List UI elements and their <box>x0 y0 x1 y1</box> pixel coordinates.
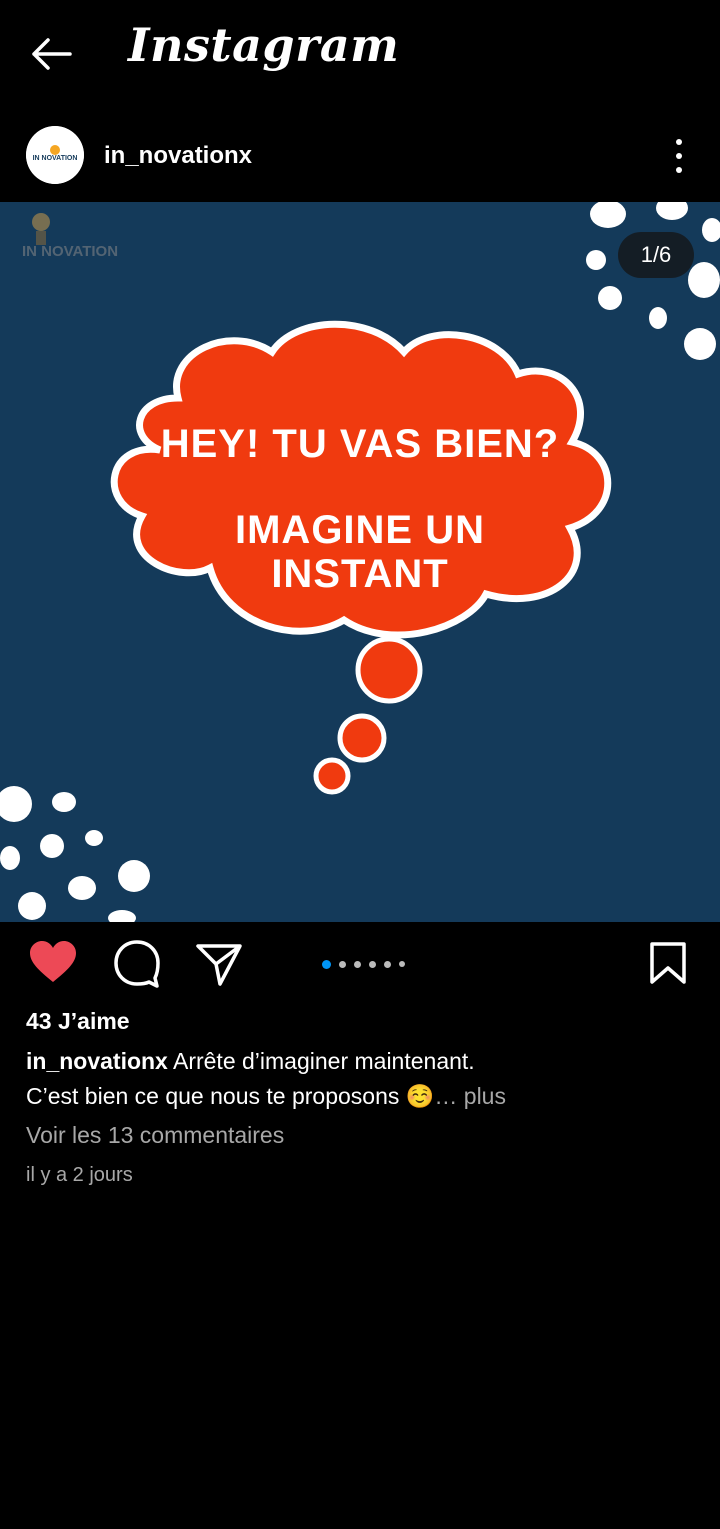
post-image[interactable]: IN NOVATION HEY! TU VAS BIEN? IMAGINE UN… <box>0 202 720 922</box>
paper-plane-icon[interactable] <box>194 938 244 990</box>
back-arrow-icon[interactable] <box>26 30 78 78</box>
avatar[interactable]: IN NOVATION <box>26 126 84 184</box>
view-comments-link[interactable]: Voir les 13 commentaires <box>26 1122 284 1149</box>
post-timestamp: il y a 2 jours <box>26 1164 133 1186</box>
more-options-icon[interactable] <box>664 134 694 178</box>
carousel-dot <box>339 960 346 968</box>
top-bar: Instagram <box>0 0 720 110</box>
instagram-logo: Instagram <box>128 18 400 72</box>
caption-username[interactable]: in_novationx <box>26 1048 168 1074</box>
watermark-logo: IN NOVATION <box>22 213 118 260</box>
post-username[interactable]: in_novationx <box>104 142 252 170</box>
carousel-dot-active <box>322 959 331 969</box>
post-caption: in_novationx Arrête d’imaginer maintenan… <box>26 1044 696 1114</box>
post-header: IN NOVATION in_novationx <box>0 120 720 194</box>
decorative-dots-top <box>586 202 720 360</box>
bookmark-icon[interactable] <box>644 938 694 990</box>
image-text-line3: INSTANT <box>271 552 449 596</box>
caption-more-link[interactable]: … plus <box>434 1083 506 1109</box>
likes-count[interactable]: 43 J’aime <box>26 1008 130 1035</box>
carousel-indicator <box>322 958 405 970</box>
caption-text-line1: Arrête d’imaginer maintenant. <box>167 1048 475 1074</box>
carousel-dot <box>354 960 361 968</box>
heart-icon[interactable] <box>28 938 78 990</box>
carousel-dot <box>399 961 405 967</box>
media-counter: 1/6 <box>618 232 694 278</box>
caption-text-line2: C’est bien ce que nous te proposons ☺️ <box>26 1083 435 1109</box>
carousel-dot <box>384 960 391 968</box>
comment-bubble-icon[interactable] <box>112 938 162 990</box>
avatar-text: IN NOVATION <box>33 155 78 162</box>
image-text-line2: IMAGINE UN <box>235 508 485 552</box>
action-bar <box>0 938 720 998</box>
image-headline: HEY! TU VAS BIEN? <box>160 422 560 466</box>
decorative-dots-bottom <box>0 786 150 922</box>
carousel-dot <box>369 960 376 968</box>
watermark-text: IN NOVATION <box>22 243 118 260</box>
